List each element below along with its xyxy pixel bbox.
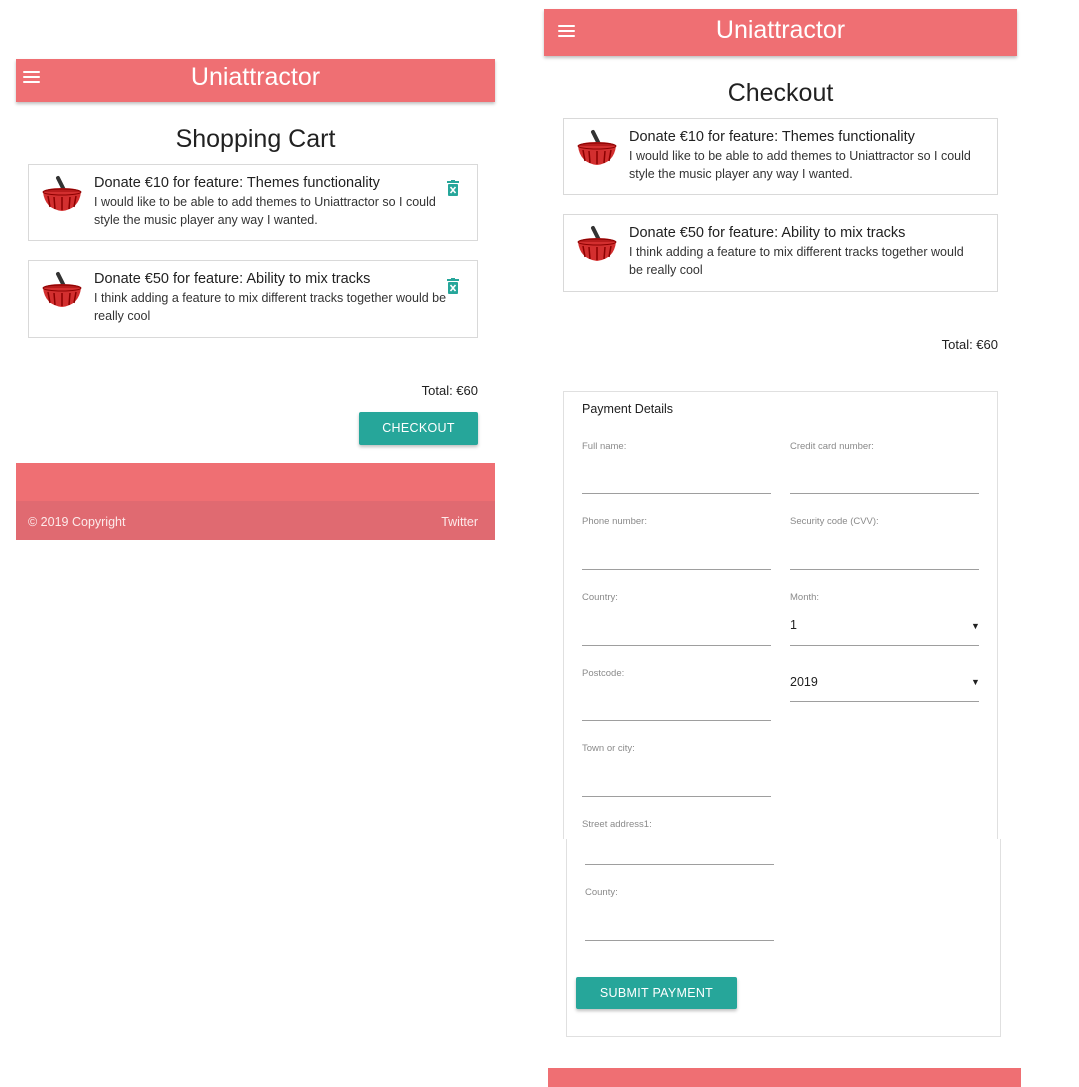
month-select[interactable]: 1 (790, 618, 797, 632)
street-label: Street address1: (582, 819, 652, 830)
basket-icon (42, 176, 82, 211)
checkout-panel: Uniattractor Checkout Donate €10 for fea… (544, 9, 1021, 1087)
payment-details-title: Payment Details (582, 402, 674, 416)
navbar: Uniattractor (544, 9, 1017, 56)
phone-label: Phone number: (582, 516, 647, 527)
month-label: Month: (790, 592, 820, 603)
trash-icon[interactable] (446, 180, 460, 196)
checkout-item: Donate €10 for feature: Themes functiona… (563, 118, 998, 195)
town-input[interactable] (582, 796, 771, 797)
basket-icon (577, 226, 617, 261)
footer (16, 463, 495, 501)
basket-icon (42, 272, 82, 307)
country-input[interactable] (582, 645, 771, 646)
checkout-item: Donate €50 for feature: Ability to mix t… (563, 214, 998, 292)
cart-total: Total: €60 (421, 383, 478, 398)
cvv-input[interactable] (790, 569, 979, 570)
item-title: Donate €50 for feature: Ability to mix t… (629, 225, 906, 241)
page-title: Checkout (727, 79, 834, 107)
footer-bar: © 2019 Copyright Twitter (16, 501, 495, 540)
cart-item: Donate €50 for feature: Ability to mix t… (28, 260, 478, 338)
payment-form (563, 391, 998, 839)
item-title: Donate €10 for feature: Themes functiona… (94, 175, 380, 191)
card-number-label: Credit card number: (790, 441, 874, 452)
checkout-button[interactable]: CHECKOUT (359, 412, 478, 445)
phone-input[interactable] (582, 569, 771, 570)
checkout-total: Total: €60 (941, 337, 998, 352)
cart-item: Donate €10 for feature: Themes functiona… (28, 164, 478, 241)
postcode-label: Postcode: (582, 668, 625, 679)
year-select[interactable]: 2019 (790, 675, 818, 689)
county-input[interactable] (585, 940, 774, 941)
item-description: I think adding a feature to mix differen… (94, 291, 447, 323)
basket-icon (577, 130, 617, 165)
postcode-input[interactable] (582, 720, 771, 721)
county-label: County: (585, 887, 618, 898)
page-title: Shopping Cart (175, 125, 336, 153)
item-title: Donate €10 for feature: Themes functiona… (629, 129, 915, 145)
footer (548, 1068, 1021, 1087)
country-label: Country: (582, 592, 618, 603)
brand-title[interactable]: Uniattractor (16, 63, 495, 92)
shopping-cart-panel: Uniattractor Shopping Cart Donate €10 fo… (16, 59, 495, 540)
dropdown-arrow-icon[interactable]: ▼ (971, 677, 980, 687)
town-label: Town or city: (582, 743, 635, 754)
full-name-input[interactable] (582, 493, 771, 494)
full-name-label: Full name: (582, 441, 627, 452)
item-description: I would like to be able to add themes to… (629, 149, 971, 181)
item-description: I think adding a feature to mix differen… (629, 245, 964, 277)
item-description: I would like to be able to add themes to… (94, 195, 436, 227)
month-select-line (790, 645, 979, 646)
footer-twitter-link[interactable]: Twitter (441, 515, 478, 529)
year-select-line (790, 701, 979, 702)
footer-copyright: © 2019 Copyright (28, 515, 126, 529)
item-title: Donate €50 for feature: Ability to mix t… (94, 271, 371, 287)
navbar: Uniattractor (16, 59, 495, 102)
card-number-input[interactable] (790, 493, 979, 494)
cvv-label: Security code (CVV): (790, 516, 879, 527)
dropdown-arrow-icon[interactable]: ▼ (971, 621, 980, 631)
submit-payment-button[interactable]: SUBMIT PAYMENT (576, 977, 737, 1009)
street-input[interactable] (585, 864, 774, 865)
brand-title[interactable]: Uniattractor (544, 16, 1017, 45)
trash-icon[interactable] (446, 278, 460, 294)
